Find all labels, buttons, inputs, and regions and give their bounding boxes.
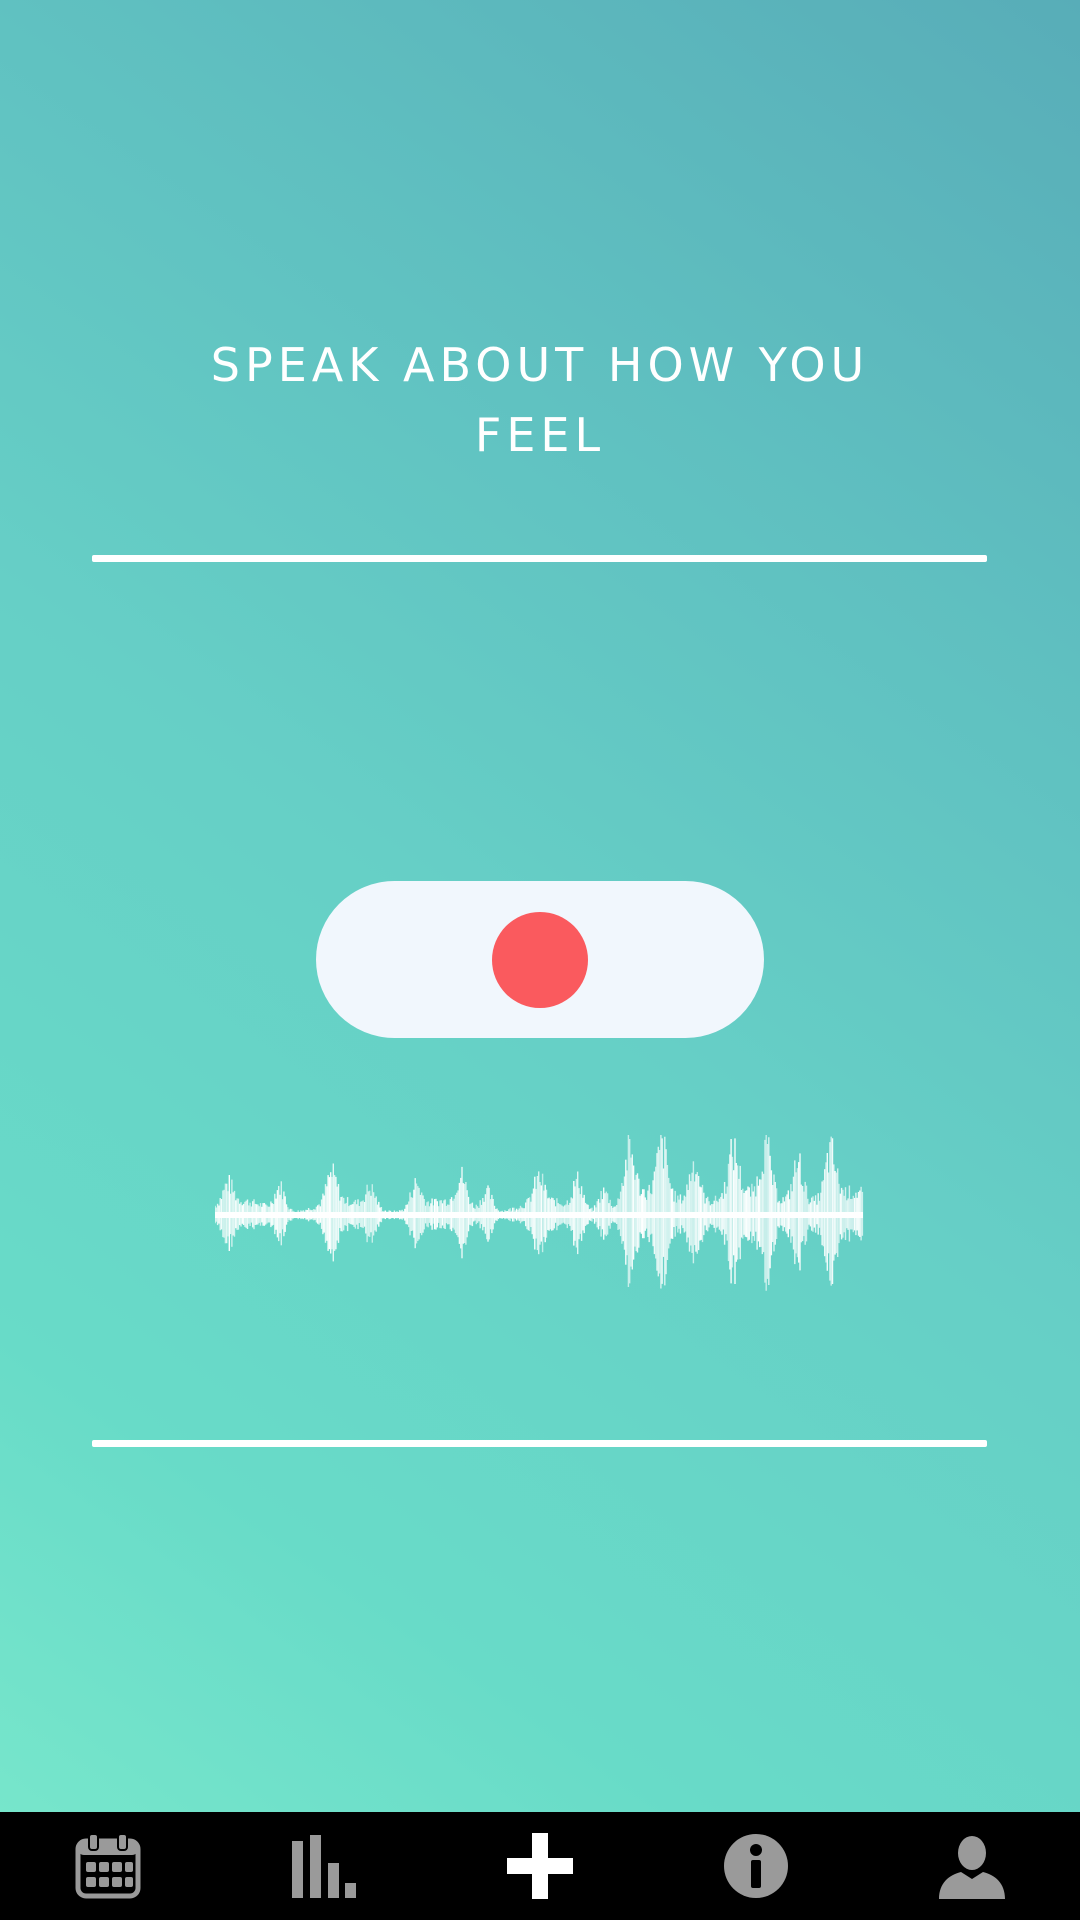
tab-statistics[interactable] [254,1812,394,1920]
info-icon [724,1834,788,1898]
audio-waveform [215,1135,864,1291]
user-icon [939,1836,1005,1899]
top-divider [92,555,987,562]
bar-chart-icon [292,1835,356,1898]
bottom-divider [92,1440,987,1447]
record-button[interactable] [316,881,764,1038]
plus-icon [507,1833,573,1899]
prompt-text: SPEAK ABOUT HOW YOU FEEL [210,338,870,462]
calendar-icon [75,1833,141,1899]
tab-calendar[interactable] [38,1812,178,1920]
record-screen: SPEAK ABOUT HOW YOU FEEL [0,0,1080,1812]
tab-info[interactable] [686,1812,826,1920]
record-dot-icon [492,912,588,1008]
tab-add[interactable] [470,1812,610,1920]
bottom-tab-bar [0,1812,1080,1920]
tab-profile[interactable] [902,1812,1042,1920]
